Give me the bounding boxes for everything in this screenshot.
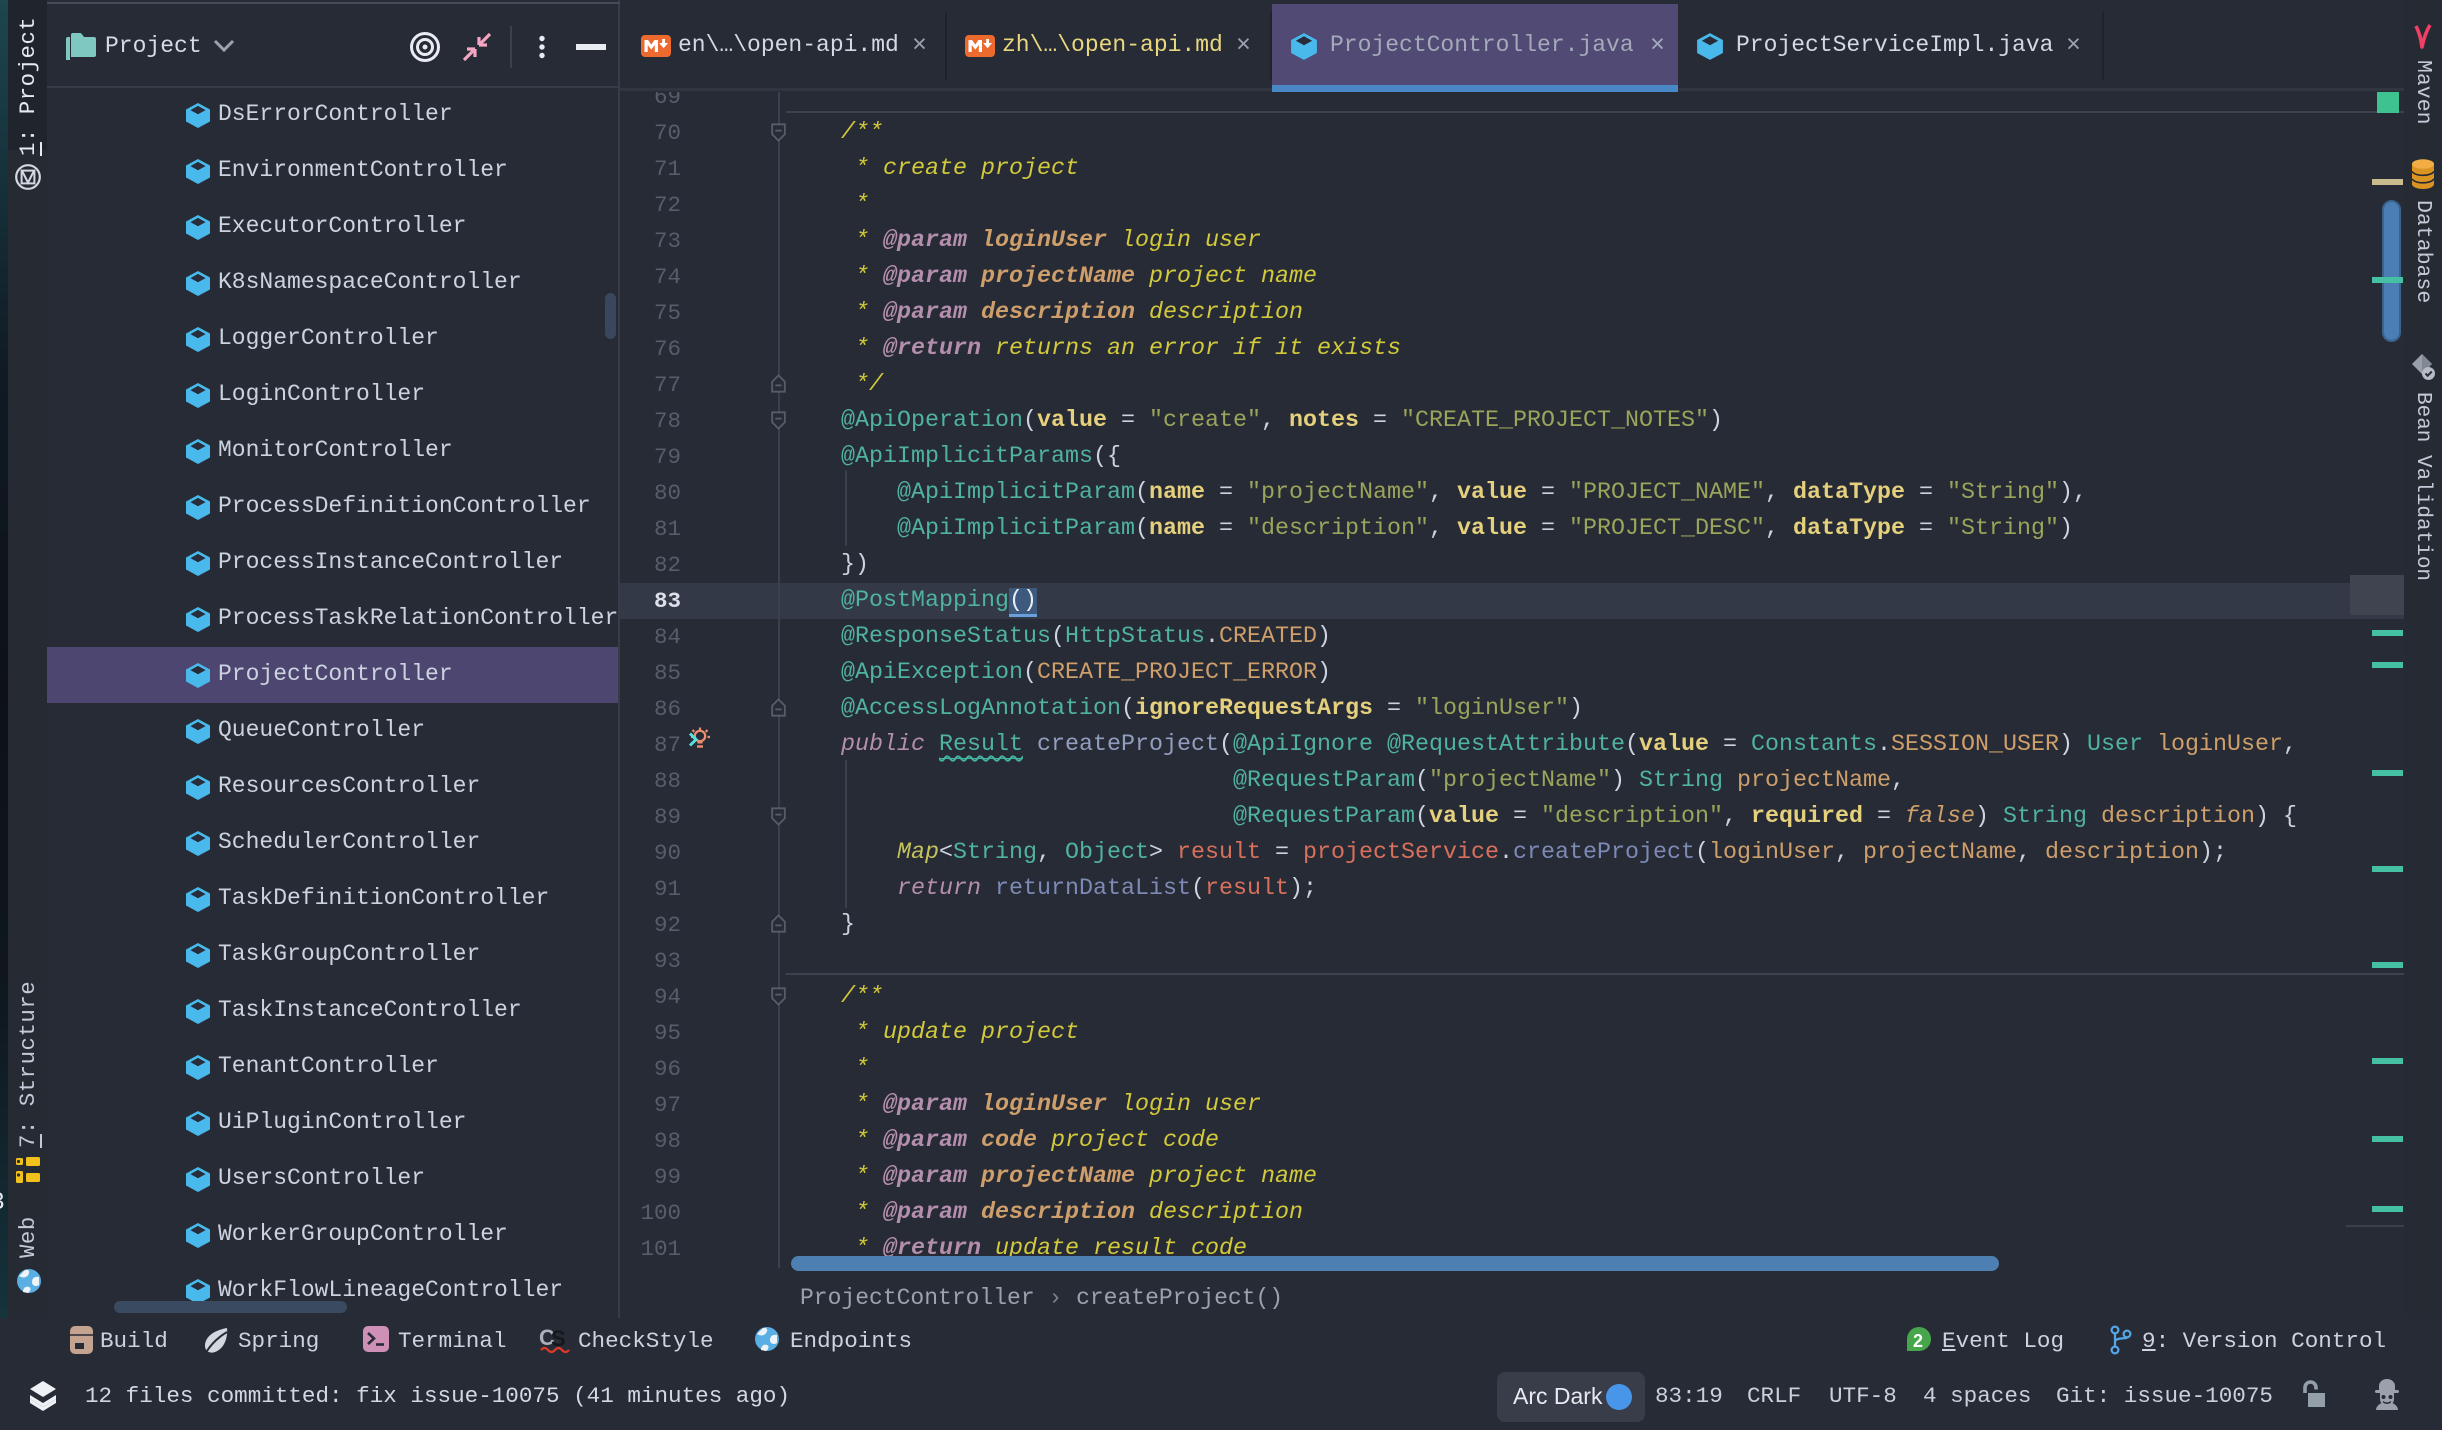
svg-text:2: 2 [1913, 1331, 1923, 1351]
